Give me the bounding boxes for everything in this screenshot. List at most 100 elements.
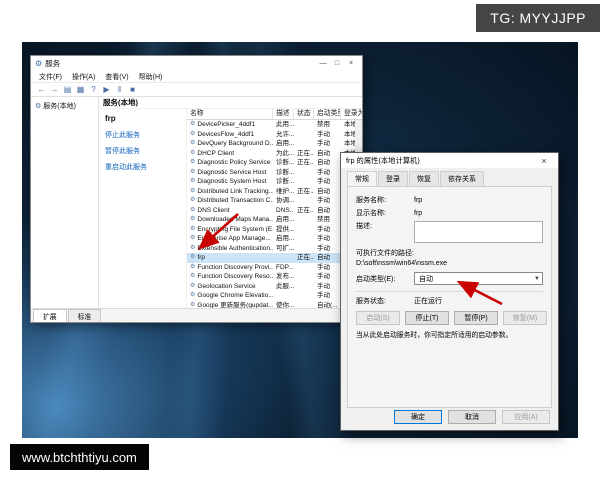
- dialog-tab[interactable]: 依存关系: [440, 171, 484, 186]
- service-startup-type: 自动(...: [314, 301, 341, 309]
- service-row[interactable]: ⚙Distributed Transaction C... 协调... 手动 网…: [187, 196, 362, 206]
- menu-item[interactable]: 操作(A): [67, 72, 100, 82]
- service-action-link[interactable]: 重启动此服务: [105, 162, 180, 172]
- service-status: 正在...: [294, 253, 314, 263]
- services-table: 名称描述状态启动类型登录为 ⚙DevicePicker_4ddf1 此用... …: [187, 109, 362, 308]
- service-row[interactable]: ⚙DevicesFlow_4ddf1 允许... 手动 本地系统: [187, 130, 362, 140]
- tree-item-services-local[interactable]: ⚙ 服务(本地): [33, 100, 96, 112]
- service-startup-type: 自动: [314, 187, 341, 197]
- pane-header: 服务(本地): [99, 97, 362, 109]
- service-action-links: 停止此服务暂停此服务重启动此服务: [105, 130, 180, 172]
- menu-item[interactable]: 帮助(H): [134, 72, 168, 82]
- service-description: FDP...: [273, 263, 294, 273]
- service-row[interactable]: ⚙Google Chrome Elevatio... 手动 本地系统: [187, 291, 362, 301]
- service-row[interactable]: ⚙Google 更新服务(gupdat... 使你... 自动(... 本地系统: [187, 301, 362, 309]
- column-header[interactable]: 启动类型: [314, 109, 341, 119]
- service-name: Encrypting File System (E...: [197, 225, 273, 235]
- back-icon[interactable]: ←: [35, 85, 48, 94]
- service-description: DNS...: [273, 206, 294, 216]
- service-status: 正在...: [294, 187, 314, 197]
- pause-service-button[interactable]: 暂停(P): [454, 311, 498, 325]
- startup-type-label: 启动类型(E):: [356, 274, 414, 284]
- column-header[interactable]: 描述: [273, 109, 294, 119]
- service-startup-type: 自动: [314, 206, 341, 216]
- help-icon[interactable]: ?: [87, 85, 100, 94]
- start-service-icon[interactable]: ▶: [100, 85, 113, 94]
- column-header[interactable]: 名称: [187, 109, 273, 119]
- service-description: 启用...: [273, 139, 294, 149]
- service-row[interactable]: ⚙Geolocation Service 此服... 手动 本地系统: [187, 282, 362, 292]
- menu-item[interactable]: 文件(F): [34, 72, 67, 82]
- services-node-icon: ⚙: [35, 102, 41, 110]
- service-action-link[interactable]: 暂停此服务: [105, 146, 180, 156]
- service-row[interactable]: ⚙DHCP Client 为此... 正在... 自动 本地系统: [187, 149, 362, 159]
- service-row[interactable]: ⚙Function Discovery Provi... FDP... 手动 本…: [187, 263, 362, 273]
- service-startup-type: 手动: [314, 225, 341, 235]
- service-row[interactable]: ⚙DNS Client DNS... 正在... 自动 网络...: [187, 206, 362, 216]
- service-description: 此用...: [273, 120, 294, 130]
- services-window: ⚙ 服务 —□× 文件(F)操作(A)查看(V)帮助(H) ←→▤▦?▶‖■ ⚙…: [30, 55, 363, 323]
- dialog-title: frp 的属性(本地计算机): [346, 156, 420, 166]
- service-name: DNS Client: [197, 206, 229, 216]
- description-field[interactable]: [414, 221, 543, 243]
- column-header[interactable]: 登录为: [341, 109, 362, 119]
- service-startup-type: 手动: [314, 168, 341, 178]
- service-icon: ⚙: [190, 196, 195, 206]
- service-icon: ⚙: [190, 158, 195, 168]
- maximize-icon[interactable]: □: [330, 60, 344, 67]
- service-row[interactable]: ⚙DevQuery Background D... 启用... 手动 本地系统: [187, 139, 362, 149]
- services-titlebar[interactable]: ⚙ 服务 —□×: [31, 56, 362, 71]
- view-tab[interactable]: 扩展: [33, 309, 67, 322]
- dialog-tab[interactable]: 恢复: [409, 171, 439, 186]
- services-toolbar: ←→▤▦?▶‖■: [31, 83, 362, 97]
- service-icon: ⚙: [190, 139, 195, 149]
- service-row[interactable]: ⚙Downloaded Maps Mana... 启用... 禁用 网络...: [187, 215, 362, 225]
- stop-service-button[interactable]: 停止(T): [405, 311, 449, 325]
- startup-type-select[interactable]: 自动 ▼: [414, 272, 543, 285]
- view-tab[interactable]: 标准: [68, 309, 102, 322]
- service-row[interactable]: ⚙Diagnostic Policy Service 诊断... 正在... 自…: [187, 158, 362, 168]
- service-row[interactable]: ⚙frp 正在... 自动 本地系统: [187, 253, 362, 263]
- properties-icon[interactable]: ▦: [74, 85, 87, 94]
- service-control-buttons: 启动(S)停止(T)暂停(P)恢复(M): [356, 311, 543, 325]
- resume-service-button: 恢复(M): [503, 311, 547, 325]
- pause-service-icon[interactable]: ‖: [113, 85, 126, 94]
- dialog-footer-buttons: 确定取消应用(A): [394, 410, 550, 424]
- stop-service-icon[interactable]: ■: [126, 85, 139, 94]
- service-row[interactable]: ⚙Extensible Authentication... 可扩... 手动 本…: [187, 244, 362, 254]
- service-row[interactable]: ⚙Diagnostic Service Host 诊断... 手动 本地系统: [187, 168, 362, 178]
- show-console-tree-icon[interactable]: ▤: [61, 85, 74, 94]
- service-name: DevicesFlow_4ddf1: [197, 130, 254, 140]
- tg-watermark: TG: MYYJJPP: [476, 4, 600, 32]
- service-row[interactable]: ⚙Encrypting File System (E... 提供... 手动 本…: [187, 225, 362, 235]
- service-status: 正在...: [294, 149, 314, 159]
- dialog-titlebar[interactable]: frp 的属性(本地计算机) ×: [341, 153, 558, 168]
- service-description: 提供...: [273, 225, 294, 235]
- dialog-tab[interactable]: 登录: [378, 171, 408, 186]
- service-name: Diagnostic Service Host: [197, 168, 266, 178]
- dialog-tab[interactable]: 常规: [347, 171, 377, 186]
- service-action-link[interactable]: 停止此服务: [105, 130, 180, 140]
- service-row[interactable]: ⚙Distributed Link Tracking... 维护... 正在..…: [187, 187, 362, 197]
- close-icon[interactable]: ×: [344, 60, 358, 67]
- service-description: 诊断...: [273, 158, 294, 168]
- service-row[interactable]: ⚙Function Discovery Reso... 发布... 手动 本地.…: [187, 272, 362, 282]
- service-icon: ⚙: [190, 130, 195, 140]
- service-startup-type: 自动: [314, 158, 341, 168]
- service-name: Google Chrome Elevatio...: [197, 291, 273, 301]
- ok-button[interactable]: 确定: [394, 410, 442, 424]
- close-icon[interactable]: ×: [535, 156, 553, 166]
- service-row[interactable]: ⚙DevicePicker_4ddf1 此用... 禁用 本地系统: [187, 120, 362, 130]
- menu-item[interactable]: 查看(V): [100, 72, 133, 82]
- service-name: Diagnostic System Host: [197, 177, 266, 187]
- service-icon: ⚙: [190, 225, 195, 235]
- cancel-button[interactable]: 取消: [448, 410, 496, 424]
- service-row[interactable]: ⚙Diagnostic System Host 诊断... 手动 本地系统: [187, 177, 362, 187]
- minimize-icon[interactable]: —: [316, 60, 330, 67]
- column-header[interactable]: 状态: [294, 109, 314, 119]
- service-row[interactable]: ⚙Enterprise App Manage... 启用... 手动 本地系统: [187, 234, 362, 244]
- desktop-wallpaper: ⚙ 服务 —□× 文件(F)操作(A)查看(V)帮助(H) ←→▤▦?▶‖■ ⚙…: [22, 42, 578, 438]
- service-icon: ⚙: [190, 215, 195, 225]
- forward-icon[interactable]: →: [48, 85, 61, 94]
- service-icon: ⚙: [190, 272, 195, 282]
